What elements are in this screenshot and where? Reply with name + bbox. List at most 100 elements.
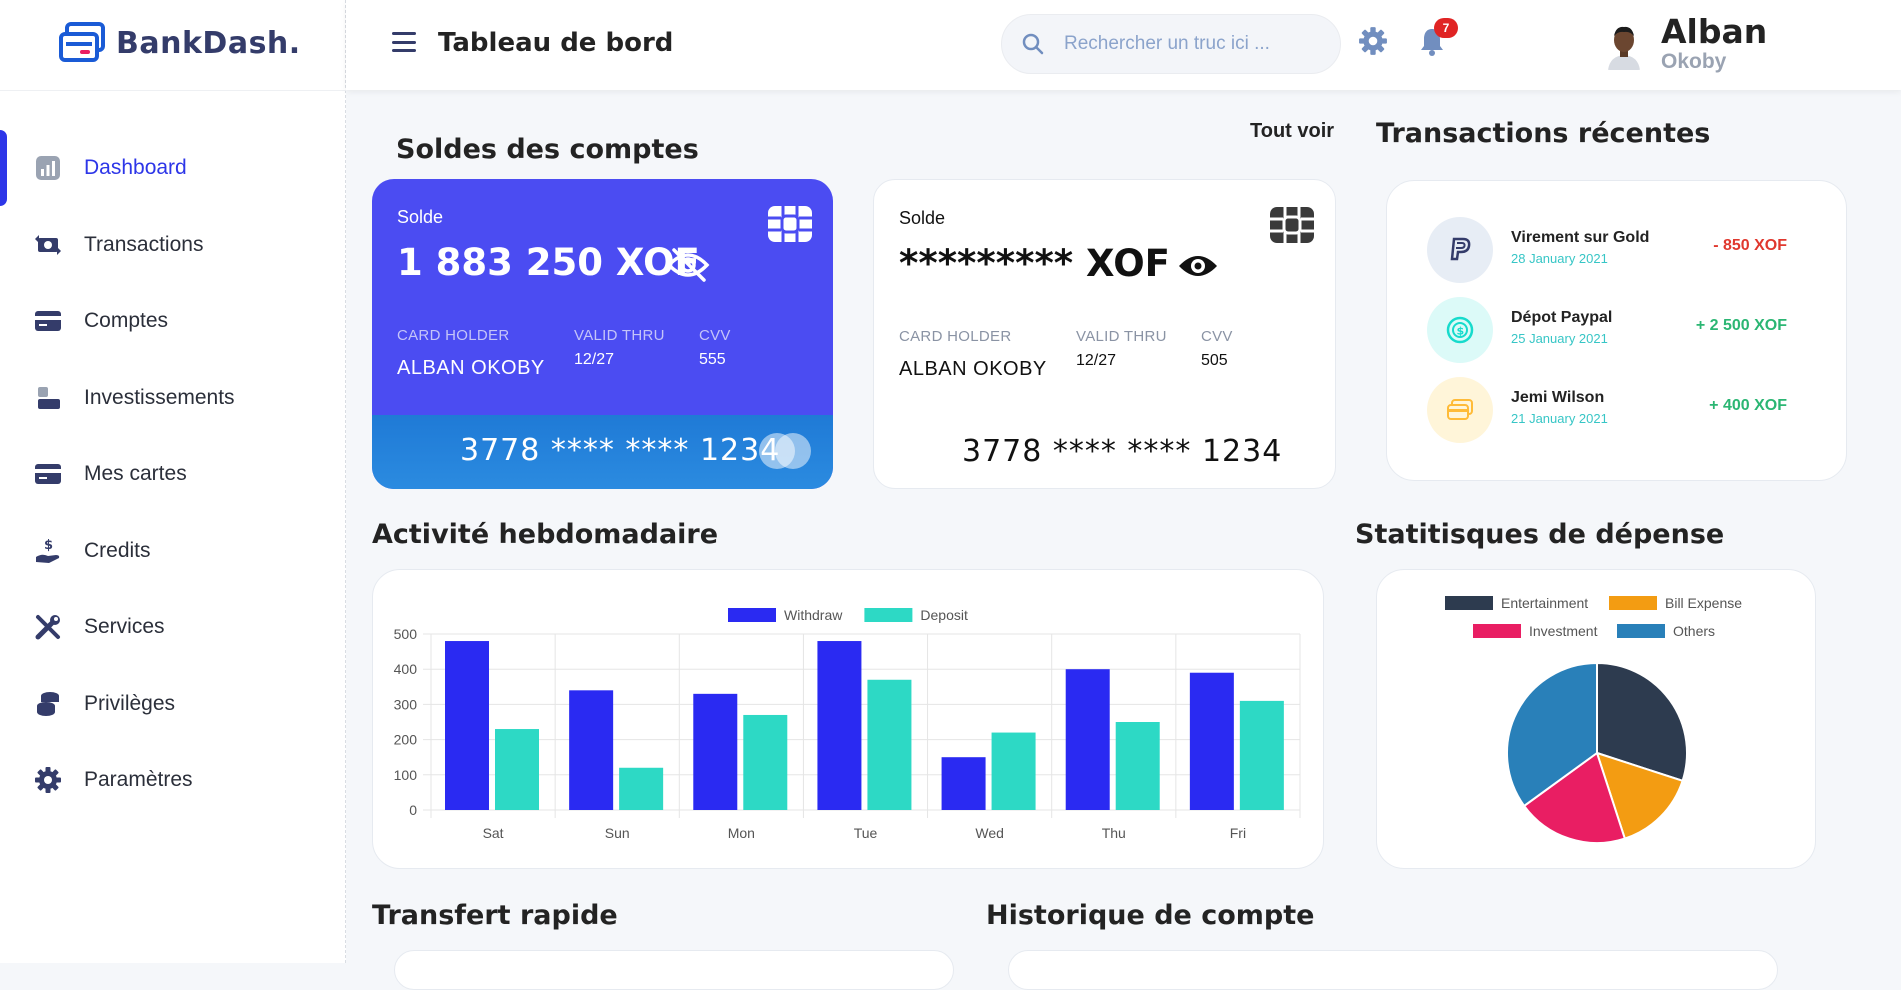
transaction-title: Virement sur Gold: [1511, 229, 1650, 246]
sidebar-item-comptes[interactable]: Comptes: [0, 283, 346, 360]
user-last-name: Okoby: [1661, 50, 1727, 73]
card-holder-label: CARD HOLDER: [899, 328, 1012, 345]
transaction-amount: + 2 500 XOF: [1695, 317, 1787, 334]
page-title: Tableau de bord: [438, 28, 674, 58]
card-cvv-label: CVV: [1201, 328, 1233, 345]
x-tick-label: Thu: [1102, 825, 1126, 841]
legend-label: Entertainment: [1501, 595, 1588, 611]
avatar[interactable]: [1604, 22, 1644, 70]
legend-label: Withdraw: [784, 607, 843, 623]
coin-icon: $: [1427, 297, 1493, 363]
card-balance: 1 883 250 XOF: [397, 241, 700, 284]
card-brand-circles-icon: [759, 433, 811, 469]
chip-card-icon: [767, 205, 813, 248]
sidebar-item-label: Transactions: [84, 232, 204, 256]
settings-gear-icon[interactable]: [1358, 26, 1388, 61]
brand-logo[interactable]: BankDash.: [58, 22, 301, 64]
paypal-icon: [1427, 217, 1493, 283]
account-history-title: Historique de compte: [986, 900, 1315, 931]
sidebar-item-dashboard[interactable]: Dashboard: [0, 130, 346, 207]
card-valid-label: VALID THRU: [1076, 328, 1167, 345]
x-tick-label: Sun: [605, 825, 630, 841]
sidebar-item-label: Paramètres: [84, 768, 193, 792]
card-holder-label: CARD HOLDER: [397, 327, 510, 344]
legend-label: Others: [1673, 623, 1715, 639]
expense-stats-panel: Entertainment Bill Expense Investment Other…: [1376, 569, 1816, 869]
bar-withdraw: [1065, 669, 1110, 810]
chip-card-icon: [1269, 206, 1315, 249]
see-all-link[interactable]: Tout voir: [1250, 120, 1334, 143]
sidebar-nav: Dashboard Transactions Comptes Investiss…: [0, 130, 346, 819]
x-tick-label: Mon: [728, 825, 755, 841]
eye-icon[interactable]: [1176, 248, 1220, 289]
transaction-title: Dépot Paypal: [1511, 309, 1613, 326]
bar-deposit: [743, 714, 788, 810]
bar-deposit: [495, 729, 539, 810]
legend-label: Deposit: [920, 607, 968, 623]
notification-count-badge: 7: [1434, 18, 1458, 38]
sidebar-item-label: Credits: [84, 538, 151, 562]
sidebar-item-privileges[interactable]: Privilèges: [0, 666, 346, 743]
card-balance: ********* XOF: [899, 242, 1170, 285]
x-tick-label: Wed: [975, 825, 1004, 841]
weekly-activity-panel: Withdraw Deposit 0 100 200 300 400 500 Sat Sun Mon…: [372, 569, 1324, 869]
bar-withdraw: [941, 757, 986, 810]
sidebar-item-label: Investissements: [84, 385, 235, 409]
transaction-title: Jemi Wilson: [1511, 389, 1605, 406]
card-valid-date: 12/27: [574, 351, 615, 368]
legend-swatch: [1445, 596, 1493, 610]
sidebar-item-credits[interactable]: $ Credits: [0, 513, 346, 590]
y-tick-label: 100: [394, 767, 418, 783]
y-tick-label: 500: [394, 626, 418, 642]
sidebar-item-services[interactable]: Services: [0, 589, 346, 666]
card-cvv-label: CVV: [699, 327, 731, 344]
gear-icon: [34, 766, 62, 794]
bar-deposit: [991, 732, 1036, 810]
transaction-row[interactable]: Jemi Wilson 21 January 2021 + 400 XOF: [1427, 377, 1787, 443]
user-first-name: Alban: [1661, 12, 1768, 51]
card-number: 3778 **** **** 1234: [460, 433, 781, 468]
expense-stats-title: Statitisques de dépense: [1355, 519, 1725, 550]
account-card-primary[interactable]: Solde 1 883 250 XOF CARD HOLDER ALBAN OK…: [372, 179, 833, 489]
svg-text:$: $: [44, 538, 53, 553]
search-input[interactable]: [1064, 33, 1314, 55]
card-holder-name: ALBAN OKOBY: [899, 358, 1047, 380]
sidebar-item-label: Comptes: [84, 309, 169, 333]
sidebar-item-mes-cartes[interactable]: Mes cartes: [0, 436, 346, 513]
account-card-secondary[interactable]: Solde ********* XOF CARD HOLDER ALBAN OK…: [873, 179, 1336, 489]
bar-withdraw: [693, 693, 738, 810]
transaction-row[interactable]: $ Dépot Paypal 25 January 2021 + 2 500 X…: [1427, 297, 1787, 363]
card-footer: 3778 **** **** 1234: [372, 415, 833, 489]
x-tick-label: Sat: [483, 825, 504, 841]
x-tick-label: Fri: [1230, 825, 1246, 841]
transaction-date: 28 January 2021: [1511, 251, 1608, 266]
sidebar-item-investissements[interactable]: Investissements: [0, 360, 346, 437]
y-tick-label: 300: [394, 696, 418, 712]
search-bar[interactable]: [1001, 14, 1341, 74]
card-balance-label: Solde: [899, 208, 946, 228]
transaction-date: 25 January 2021: [1511, 331, 1608, 346]
sidebar-item-label: Privilèges: [84, 691, 176, 715]
legend-swatch: [864, 608, 913, 622]
investment-icon: [34, 384, 62, 412]
bar-deposit: [619, 767, 664, 810]
sidebar-item-label: Mes cartes: [84, 462, 187, 486]
transaction-amount: - 850 XOF: [1713, 237, 1787, 254]
hand-dollar-icon: $: [34, 537, 62, 565]
sidebar-item-parametres[interactable]: Paramètres: [0, 742, 346, 819]
weekly-activity-chart: Withdraw Deposit 0 100 200 300 400 500 Sat Sun Mon…: [394, 607, 1301, 841]
y-tick-label: 400: [394, 661, 418, 677]
eye-slash-icon[interactable]: [666, 247, 710, 288]
legend-swatch: [728, 608, 776, 622]
card-icon: [1427, 377, 1493, 443]
menu-hamburger-icon[interactable]: [392, 32, 416, 52]
card-valid-date: 12/27: [1076, 352, 1117, 369]
account-history-panel: [1008, 950, 1778, 990]
card-cvv: 505: [1201, 352, 1228, 369]
sidebar-item-transactions[interactable]: Transactions: [0, 207, 346, 284]
quick-transfer-title: Transfert rapide: [372, 900, 618, 931]
bar-deposit: [867, 679, 912, 810]
expense-pie-chart: Entertainment Bill Expense Investment Other…: [1445, 595, 1742, 844]
sidebar: BankDash. Dashboard Transactions Comptes: [0, 0, 346, 963]
transaction-row[interactable]: Virement sur Gold 28 January 2021 - 850 …: [1427, 217, 1787, 283]
